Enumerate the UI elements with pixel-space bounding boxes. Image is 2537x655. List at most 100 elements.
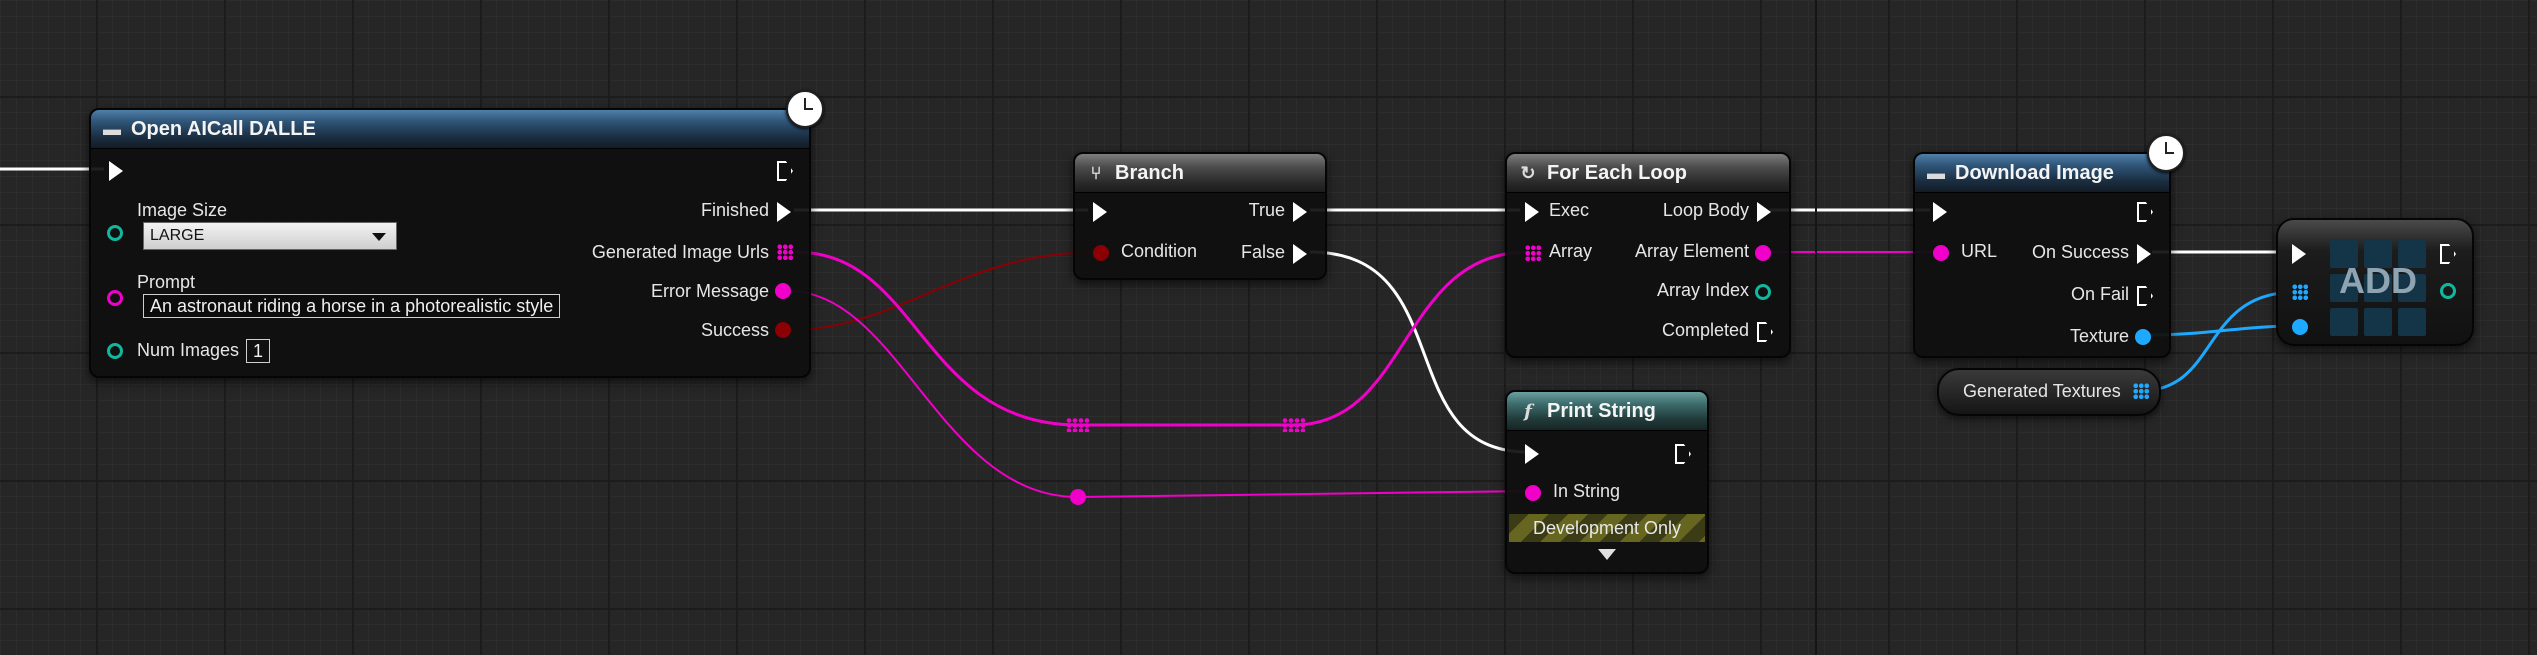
on-success-exec-pin[interactable]: [2137, 244, 2151, 264]
prompt-value: An astronaut riding a horse in a photore…: [150, 295, 554, 316]
image-size-dropdown[interactable]: LARGE: [143, 222, 397, 250]
function-icon: f: [1524, 400, 1532, 422]
node-title: Open AICall DALLE: [131, 117, 316, 140]
array-element-pin[interactable]: [1755, 245, 1771, 261]
array-wire-reroute-to-loop: [1293, 250, 1529, 427]
image-size-label: Image Size: [137, 200, 228, 220]
function-node-icon: ▬: [103, 118, 121, 139]
development-only-label: Development Only: [1532, 517, 1682, 538]
num-images-input[interactable]: 1: [246, 339, 270, 363]
generated-image-urls-label: Generated Image Urls: [591, 242, 769, 262]
condition-pin[interactable]: [1093, 245, 1109, 261]
array-index-label: Array Index: [1656, 280, 1749, 300]
prompt-input[interactable]: An astronaut riding a horse in a photore…: [143, 294, 561, 318]
false-exec-pin[interactable]: [1293, 244, 1307, 264]
loop-body-label: Loop Body: [1662, 200, 1749, 220]
array-index-pin[interactable]: [1755, 284, 1771, 300]
exec-out-pin[interactable]: [777, 161, 793, 181]
success-pin[interactable]: [775, 322, 791, 338]
node-for-each-loop[interactable]: ↻ For Each Loop Exec Array Loop Body Arr…: [1505, 152, 1791, 358]
node-title: Print String: [1547, 399, 1656, 422]
node-download-image[interactable]: ▬ Download Image URL On Success On Fail …: [1913, 152, 2171, 358]
node-header[interactable]: ⑂ Branch: [1075, 154, 1325, 193]
exec-in-pin[interactable]: [1525, 444, 1539, 464]
node-header[interactable]: ▬ Download Image: [1915, 154, 2169, 193]
num-images-label: Num Images: [137, 340, 240, 360]
new-item-pin[interactable]: [2292, 319, 2308, 335]
prompt-label: Prompt: [137, 272, 196, 292]
branch-icon: ⑂: [1090, 162, 1102, 183]
on-fail-label: On Fail: [2070, 284, 2129, 304]
image-size-value: LARGE: [150, 227, 205, 244]
url-pin[interactable]: [1933, 245, 1949, 261]
expand-arrow-icon[interactable]: [1598, 549, 1616, 560]
exec-in-pin[interactable]: [1933, 202, 1947, 222]
reroute-node-array[interactable]: [1282, 418, 1306, 432]
exec-wire-false-to-print: [1309, 250, 1529, 454]
function-node-icon: ▬: [1927, 162, 1945, 183]
chevron-down-icon: [372, 233, 386, 241]
bool-wire-success-to-condition: [787, 251, 1099, 331]
error-message-label: Error Message: [650, 281, 769, 301]
array-pin[interactable]: [1525, 245, 1541, 261]
index-out-pin[interactable]: [2440, 283, 2456, 299]
node-open-ai-call-dalle[interactable]: ▬ Open AICall DALLE Image Size LARGE Pro…: [89, 108, 811, 378]
exec-in-pin[interactable]: [2292, 244, 2306, 264]
node-array-add[interactable]: ADD: [2276, 218, 2474, 346]
variable-label: Generated Textures: [1963, 381, 2121, 401]
num-images-pin[interactable]: [107, 343, 123, 359]
exec-in-pin[interactable]: [1525, 202, 1539, 222]
variable-generated-textures[interactable]: Generated Textures: [1937, 368, 2161, 416]
loop-icon: ↻: [1520, 162, 1536, 183]
false-label: False: [1240, 242, 1285, 262]
node-branch[interactable]: ⑂ Branch Condition True False: [1073, 152, 1327, 280]
condition-label: Condition: [1121, 241, 1198, 261]
success-label: Success: [700, 320, 769, 340]
texture-label: Texture: [2069, 326, 2129, 346]
completed-label: Completed: [1661, 320, 1749, 340]
true-label: True: [1248, 200, 1285, 220]
exec-out-pin[interactable]: [2137, 202, 2153, 222]
exec-in-pin[interactable]: [1093, 202, 1107, 222]
reroute-node-string[interactable]: [1070, 489, 1086, 505]
exec-in-pin[interactable]: [109, 161, 123, 181]
exec-out-pin[interactable]: [2440, 244, 2456, 264]
node-title: For Each Loop: [1547, 161, 1687, 184]
num-images-value: 1: [252, 340, 263, 361]
node-header[interactable]: ▬ Open AICall DALLE: [91, 110, 809, 149]
exec-out-pin[interactable]: [1675, 444, 1691, 464]
on-success-label: On Success: [2031, 242, 2129, 262]
loop-body-exec-pin[interactable]: [1757, 202, 1771, 222]
generated-textures-pin[interactable]: [2133, 383, 2149, 399]
node-title: Branch: [1115, 161, 1184, 184]
node-header[interactable]: ↻ For Each Loop: [1507, 154, 1789, 193]
target-array-pin[interactable]: [2292, 284, 2308, 300]
array-label: Array: [1549, 241, 1593, 261]
in-string-label: In String: [1553, 481, 1621, 501]
latent-clock-icon: [786, 90, 824, 128]
image-size-pin[interactable]: [107, 225, 123, 241]
on-fail-exec-pin[interactable]: [2137, 286, 2153, 306]
finished-label: Finished: [700, 200, 769, 220]
array-wire-urls-to-reroute: [795, 250, 1079, 427]
string-wire-error-to-reroute: [787, 290, 1079, 498]
development-only-banner: Development Only: [1509, 514, 1705, 542]
prompt-pin[interactable]: [107, 290, 123, 306]
completed-exec-pin[interactable]: [1757, 322, 1773, 342]
texture-pin[interactable]: [2135, 329, 2151, 345]
node-header[interactable]: f Print String: [1507, 392, 1707, 431]
finished-exec-pin[interactable]: [777, 202, 791, 222]
in-string-pin[interactable]: [1525, 485, 1541, 501]
string-wire-reroute-to-print: [1077, 490, 1531, 498]
url-label: URL: [1961, 241, 1998, 261]
generated-image-urls-pin[interactable]: [777, 244, 793, 260]
true-exec-pin[interactable]: [1293, 202, 1307, 222]
latent-clock-icon: [2147, 134, 2185, 172]
node-print-string[interactable]: f Print String In String Development Onl…: [1505, 390, 1709, 574]
array-element-label: Array Element: [1634, 241, 1749, 261]
add-label: ADD: [2339, 260, 2417, 301]
error-message-pin[interactable]: [775, 283, 791, 299]
node-title: Download Image: [1955, 161, 2114, 184]
exec-label: Exec: [1549, 200, 1590, 220]
reroute-node-array[interactable]: [1066, 418, 1090, 432]
